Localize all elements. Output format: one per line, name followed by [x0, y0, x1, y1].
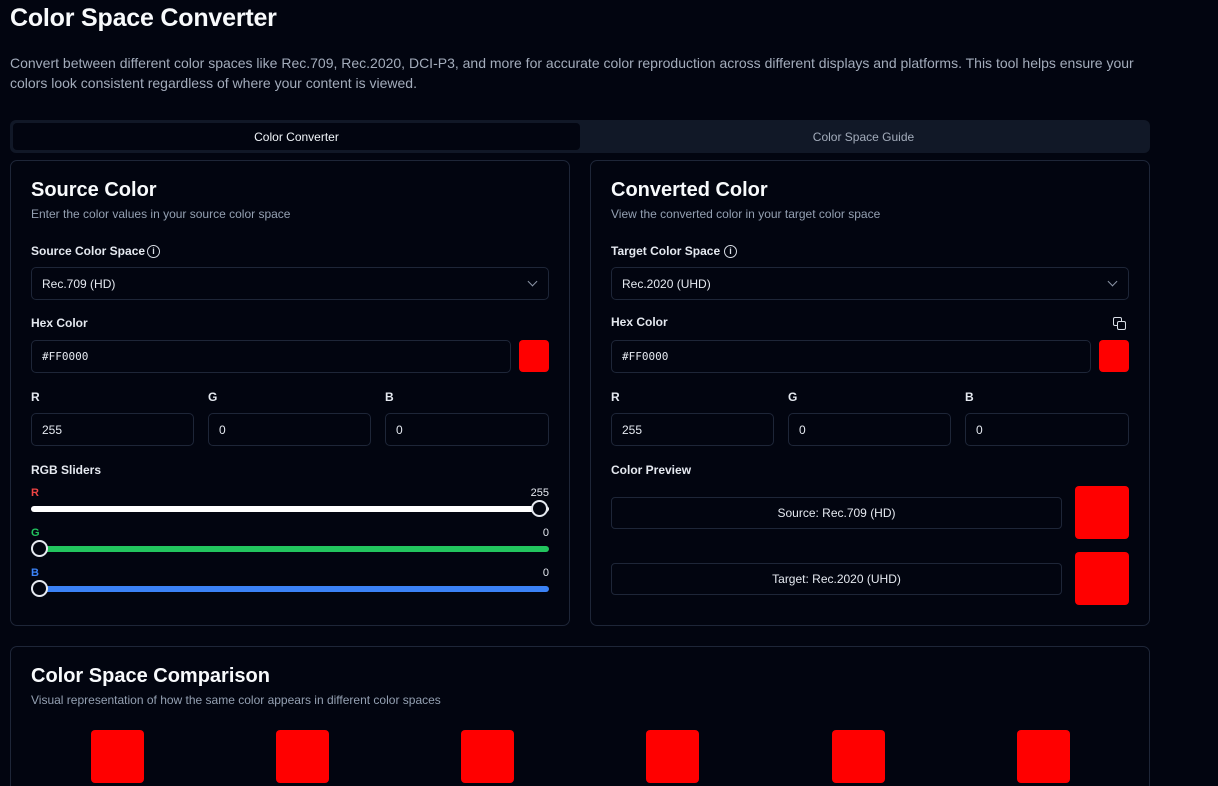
target-space-label: Target Color Space — [611, 244, 721, 258]
slider-g-value: 0 — [542, 527, 549, 539]
comparison-swatch — [646, 730, 699, 783]
source-b-label: B — [385, 390, 394, 404]
tab-color-converter[interactable]: Color Converter — [13, 123, 580, 150]
source-r-label: R — [31, 390, 40, 404]
slider-g-thumb[interactable] — [31, 540, 48, 557]
preview-target-label: Target: Rec.2020 (UHD) — [611, 563, 1062, 595]
comparison-title: Color Space Comparison — [31, 665, 270, 687]
source-b-input[interactable]: 0 — [385, 413, 549, 446]
source-g-input[interactable]: 0 — [208, 413, 371, 446]
slider-b-thumb[interactable] — [31, 580, 48, 597]
comparison-swatch — [461, 730, 514, 783]
converted-g-label: G — [788, 390, 798, 404]
converted-color-card: Converted Color View the converted color… — [590, 160, 1150, 626]
preview-source-label: Source: Rec.709 (HD) — [611, 497, 1062, 529]
comparison-subtitle: Visual representation of how the same co… — [31, 693, 441, 707]
converted-hex-label: Hex Color — [611, 315, 668, 329]
source-color-swatch[interactable] — [519, 340, 549, 372]
slider-b-track[interactable] — [31, 586, 549, 592]
page-title: Color Space Converter — [10, 4, 277, 32]
source-space-value: Rec.709 (HD) — [42, 276, 116, 291]
source-space-label: Source Color Space — [31, 244, 146, 258]
chevron-down-icon — [1107, 276, 1118, 287]
converted-b-label: B — [965, 390, 974, 404]
converted-b-input[interactable]: 0 — [965, 413, 1129, 446]
slider-r-thumb[interactable] — [531, 500, 548, 517]
comparison-card: Color Space Comparison Visual representa… — [10, 646, 1150, 786]
slider-r-track[interactable] — [31, 506, 549, 512]
info-icon[interactable]: i — [147, 245, 160, 258]
comparison-swatch — [832, 730, 885, 783]
tab-color-space-guide[interactable]: Color Space Guide — [580, 123, 1147, 150]
info-icon[interactable]: i — [724, 245, 737, 258]
source-hex-input[interactable]: #FF0000 — [31, 340, 511, 373]
slider-b-value: 0 — [542, 567, 549, 579]
target-space-select[interactable]: Rec.2020 (UHD) — [611, 267, 1129, 300]
source-card-title: Source Color — [31, 179, 157, 201]
tab-list: Color Converter Color Space Guide — [10, 120, 1150, 153]
comparison-swatch — [1017, 730, 1070, 783]
slider-b-letter: B — [31, 567, 39, 579]
source-hex-label: Hex Color — [31, 316, 88, 330]
source-r-input[interactable]: 255 — [31, 413, 194, 446]
color-preview-label: Color Preview — [611, 463, 692, 477]
comparison-swatch — [91, 730, 144, 783]
source-color-card: Source Color Enter the color values in y… — [10, 160, 570, 626]
converted-r-label: R — [611, 390, 620, 404]
page-description: Convert between different color spaces l… — [10, 55, 1134, 91]
comparison-swatch — [276, 730, 329, 783]
converted-r-input[interactable]: 255 — [611, 413, 774, 446]
source-space-select[interactable]: Rec.709 (HD) — [31, 267, 549, 300]
chevron-down-icon — [527, 276, 538, 287]
converted-g-input[interactable]: 0 — [788, 413, 951, 446]
rgb-sliders-label: RGB Sliders — [31, 463, 102, 477]
slider-g-track[interactable] — [31, 546, 549, 552]
preview-source-swatch — [1075, 486, 1129, 539]
slider-r-value: 255 — [530, 487, 549, 499]
copy-icon[interactable] — [1113, 317, 1127, 331]
converted-color-swatch — [1099, 340, 1129, 372]
converted-card-title: Converted Color — [611, 179, 768, 201]
slider-g-letter: G — [31, 527, 40, 539]
source-card-subtitle: Enter the color values in your source co… — [31, 207, 291, 221]
slider-r-letter: R — [31, 487, 39, 499]
source-g-label: G — [208, 390, 218, 404]
converted-hex-input[interactable]: #FF0000 — [611, 340, 1091, 373]
preview-target-swatch — [1075, 552, 1129, 605]
target-space-value: Rec.2020 (UHD) — [622, 276, 711, 291]
converted-card-subtitle: View the converted color in your target … — [611, 207, 881, 221]
